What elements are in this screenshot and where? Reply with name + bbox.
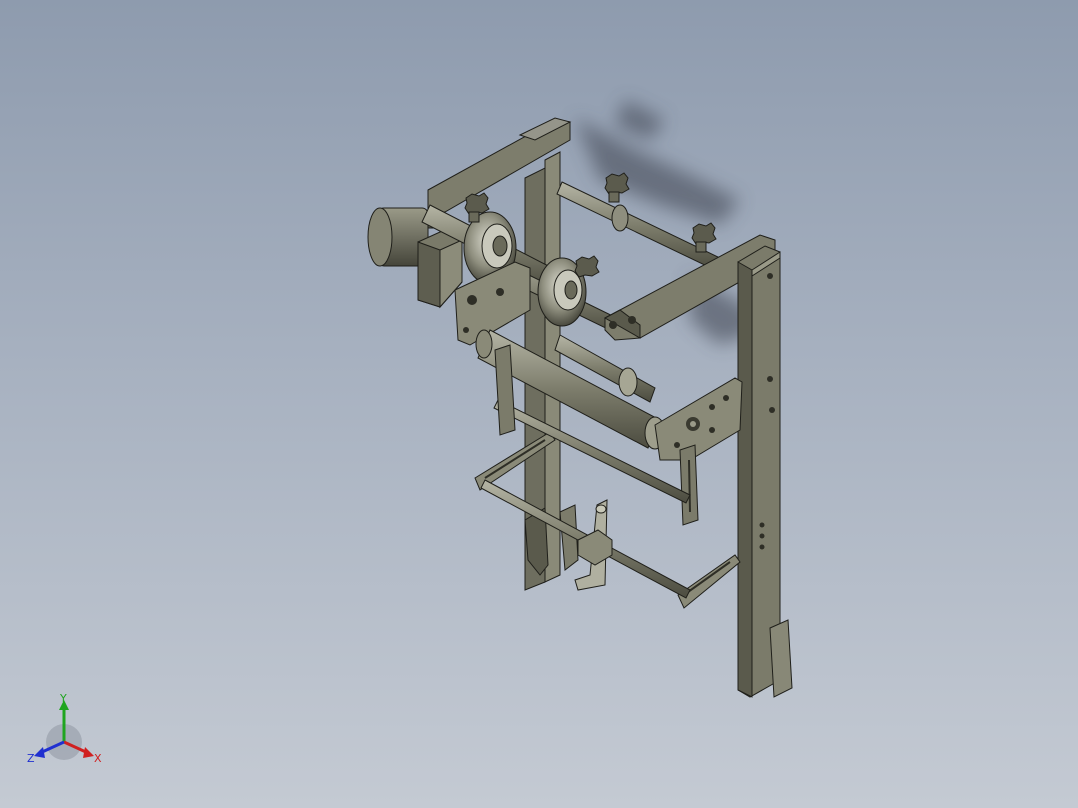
y-axis-label: Y [59,692,67,705]
front-vertical-post[interactable] [737,245,793,698]
adjustable-clamp[interactable] [574,499,613,591]
x-axis-head-icon [83,747,94,758]
z-axis-label: Z [27,752,35,765]
slotted-guide-right[interactable] [677,444,741,609]
view-orientation-triad[interactable]: Y X Z [22,692,108,772]
cad-3d-viewport[interactable]: Y X Z [0,0,1078,808]
z-axis-head-icon [34,747,45,758]
cad-model[interactable] [0,0,1078,808]
right-side-plate[interactable] [654,377,743,461]
x-axis-label: X [94,752,102,765]
